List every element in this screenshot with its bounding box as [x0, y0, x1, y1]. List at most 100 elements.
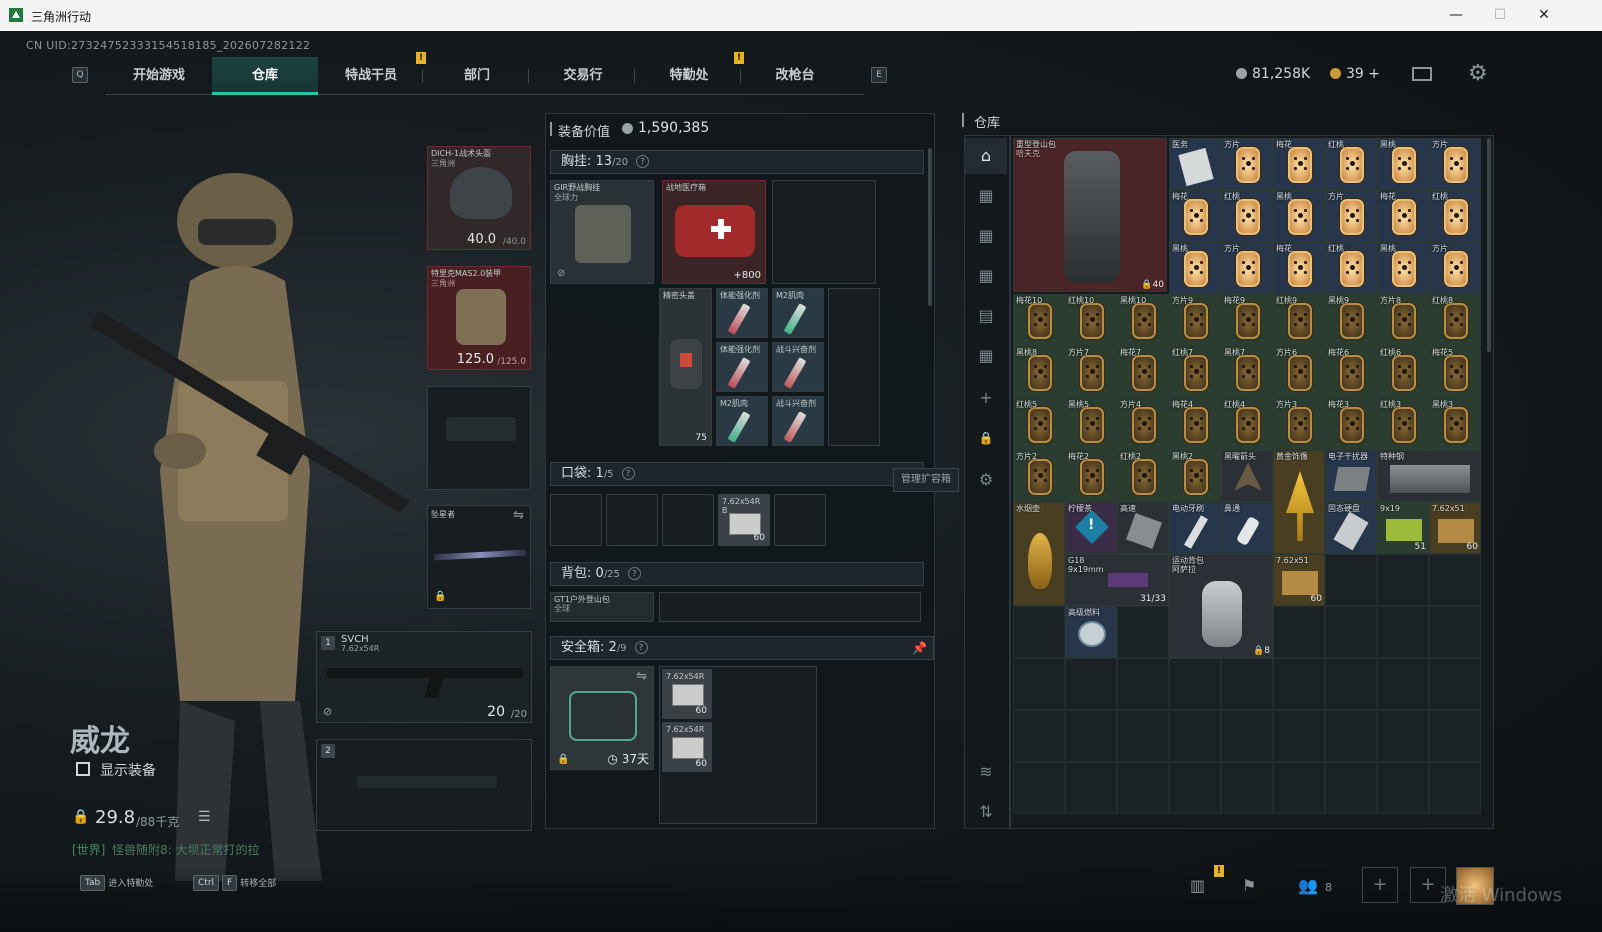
- card-item[interactable]: 红桃9: [1273, 294, 1325, 346]
- empty-cell[interactable]: [1013, 762, 1065, 814]
- card-item[interactable]: 梅花: [1273, 138, 1325, 190]
- empty-cell[interactable]: [1325, 658, 1377, 710]
- heavy-backpack-item[interactable]: 重型登山包 哈夫克 🔒40: [1013, 138, 1167, 292]
- empty-cell[interactable]: [1273, 762, 1325, 814]
- empty-cell[interactable]: [1169, 658, 1221, 710]
- card-item[interactable]: 黑桃7: [1221, 346, 1273, 398]
- storage-tab-1-icon[interactable]: ▦: [965, 178, 1007, 214]
- list-icon[interactable]: ☰: [198, 809, 211, 825]
- empty-cell[interactable]: [1377, 554, 1429, 606]
- pocket-slot-2[interactable]: [606, 494, 658, 546]
- golden-idol-item[interactable]: 黄金饰像: [1273, 450, 1325, 554]
- add-gold-button[interactable]: +: [1368, 66, 1380, 82]
- help-icon[interactable]: ?: [634, 641, 648, 654]
- friends-icon[interactable]: 👥: [1298, 876, 1318, 895]
- empty-cell[interactable]: [1377, 606, 1429, 658]
- card-item[interactable]: 方片2: [1013, 450, 1065, 502]
- consumable-item[interactable]: 体能强化剂: [716, 288, 768, 338]
- ssd-item[interactable]: 固态硬盘: [1325, 502, 1377, 554]
- empty-cell[interactable]: [1325, 554, 1377, 606]
- card-item[interactable]: 梅花2: [1065, 450, 1117, 502]
- tab-gunsmith[interactable]: 改枪台: [742, 57, 848, 95]
- empty-cell[interactable]: [1065, 710, 1117, 762]
- empty-cell[interactable]: [1169, 762, 1221, 814]
- equipment-scrollbar[interactable]: [928, 148, 932, 306]
- card-item[interactable]: 黑桃: [1377, 138, 1429, 190]
- card-item[interactable]: 黑桃8: [1013, 346, 1065, 398]
- pistol-slot[interactable]: [427, 386, 531, 490]
- empty-cell[interactable]: [1273, 710, 1325, 762]
- manage-expansion-button[interactable]: 管理扩容箱: [893, 468, 959, 492]
- pocket-slot-3[interactable]: [662, 494, 714, 546]
- card-item[interactable]: 方片6: [1273, 346, 1325, 398]
- secondary-weapon-slot[interactable]: 2: [316, 739, 532, 831]
- sport-backpack-item[interactable]: 运动背包 阿萨拉 🔒8: [1169, 554, 1273, 658]
- card-item[interactable]: 梅花4: [1169, 398, 1221, 450]
- tab-special-ops[interactable]: 特勤处: [636, 57, 742, 95]
- settings-gear-icon[interactable]: ⚙: [1468, 61, 1488, 86]
- card-item[interactable]: 黑桃: [1273, 190, 1325, 242]
- sort-icon[interactable]: ⇅: [965, 794, 1007, 830]
- empty-cell[interactable]: [1117, 710, 1169, 762]
- help-icon[interactable]: ?: [621, 467, 635, 480]
- inhaler-item[interactable]: 鼻通: [1221, 502, 1273, 554]
- backpack-slot[interactable]: GT1户外登山包 全球: [550, 592, 654, 622]
- card-item[interactable]: 黑桃3: [1429, 398, 1481, 450]
- ammo-crate-item[interactable]: 7.62x51 60: [1273, 554, 1325, 606]
- add-storage-icon[interactable]: +: [965, 380, 1007, 416]
- empty-cell[interactable]: [1065, 658, 1117, 710]
- card-item[interactable]: 黑桃9: [1325, 294, 1377, 346]
- safe-ammo-slot-1[interactable]: 7.62x54R 60: [662, 669, 712, 719]
- empty-cell[interactable]: [1429, 554, 1481, 606]
- card-item[interactable]: 红桃3: [1377, 398, 1429, 450]
- card-item[interactable]: 梅花7: [1117, 346, 1169, 398]
- empty-cell[interactable]: [1429, 762, 1481, 814]
- tab-start-game[interactable]: 开始游戏: [106, 57, 212, 95]
- fuel-can-item[interactable]: 高级燃料: [1065, 606, 1117, 658]
- steel-plate-item[interactable]: 特种钢: [1377, 450, 1481, 502]
- mail-icon[interactable]: [1412, 67, 1432, 81]
- chest-empty-column[interactable]: [828, 288, 880, 446]
- swap-icon[interactable]: ⇋: [636, 669, 647, 684]
- help-icon[interactable]: ?: [627, 567, 641, 580]
- card-item[interactable]: 红桃4: [1221, 398, 1273, 450]
- consumable-item[interactable]: 战斗兴奋剂: [772, 396, 824, 446]
- pin-icon[interactable]: 📌: [912, 637, 927, 659]
- chest-empty-slot[interactable]: [772, 180, 876, 284]
- card-item[interactable]: 方片8: [1377, 294, 1429, 346]
- card-item[interactable]: 红桃: [1325, 138, 1377, 190]
- card-item[interactable]: 方片4: [1117, 398, 1169, 450]
- card-item[interactable]: 梅花: [1377, 190, 1429, 242]
- card-item[interactable]: 红桃: [1221, 190, 1273, 242]
- minimize-button[interactable]: —: [1436, 4, 1476, 26]
- card-item[interactable]: 方片: [1429, 242, 1481, 294]
- empty-cell[interactable]: [1377, 762, 1429, 814]
- empty-cell[interactable]: [1013, 658, 1065, 710]
- empty-cell[interactable]: [1325, 606, 1377, 658]
- empty-cell[interactable]: [1273, 606, 1325, 658]
- primary-weapon-slot[interactable]: 1 SVCH 7.62x54R ⊘ 20 /20: [316, 631, 532, 723]
- card-item[interactable]: 梅花5: [1429, 346, 1481, 398]
- nav-prev-key[interactable]: Q: [72, 67, 88, 83]
- safe-box-slot[interactable]: ⇋ 🔒 ◷ 37天: [550, 666, 654, 770]
- card-item[interactable]: 黑桃: [1377, 242, 1429, 294]
- empty-cell[interactable]: [1273, 658, 1325, 710]
- card-item[interactable]: 方片: [1325, 190, 1377, 242]
- card-item[interactable]: 黑桃2: [1169, 450, 1221, 502]
- card-item[interactable]: 红桃: [1325, 242, 1377, 294]
- empty-cell[interactable]: [1377, 658, 1429, 710]
- chip-item[interactable]: 高速: [1117, 502, 1169, 554]
- helmet-slot[interactable]: DICH-1战术头盔 三角洲 40.0 /40.0: [427, 146, 531, 250]
- card-item[interactable]: 红桃10: [1065, 294, 1117, 346]
- card-item[interactable]: 方片9: [1169, 294, 1221, 346]
- melee-slot[interactable]: 坠星者 ⇋ 🔒: [427, 505, 531, 609]
- medkit-slot[interactable]: 战地医疗箱 +800: [662, 180, 766, 284]
- empty-cell[interactable]: [1429, 658, 1481, 710]
- card-item[interactable]: 梅花: [1169, 190, 1221, 242]
- card-item[interactable]: 方片3: [1273, 398, 1325, 450]
- hookah-item[interactable]: 水烟壶: [1013, 502, 1065, 606]
- safe-ammo-slot-2[interactable]: 7.62x54R 60: [662, 722, 712, 772]
- card-item[interactable]: 红桃7: [1169, 346, 1221, 398]
- empty-cell[interactable]: [1117, 762, 1169, 814]
- storage-tab-3-icon[interactable]: ▦: [965, 258, 1007, 294]
